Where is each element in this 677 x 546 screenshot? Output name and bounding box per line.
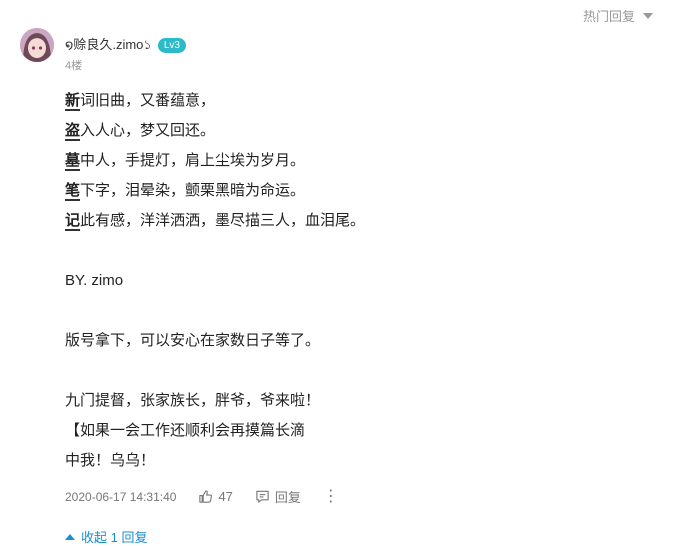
collapse-label: 收起 1 回复 xyxy=(81,530,148,545)
paragraph-text: 九门提督，张家族长，胖爷，爷来啦！ xyxy=(65,392,321,409)
paragraph-text: 【如果一会工作还顺利会再摸篇长滴 xyxy=(65,422,306,439)
poem-line: 笔下字，泪晕染，颤栗黑暗为命运。 xyxy=(65,176,655,206)
level-badge: Lv3 xyxy=(157,38,186,53)
poem-text: 词旧曲，又番蕴意， xyxy=(80,92,216,109)
poem-line: 新词旧曲，又番蕴意， xyxy=(65,86,655,116)
poem-initial: 盗 xyxy=(65,122,81,141)
poem-text: 下字，泪晕染，颤栗黑暗为命运。 xyxy=(80,182,306,199)
sort-dropdown[interactable]: 热门回复 xyxy=(583,6,653,25)
user-info: ໑赊良久.zimo১ Lv3 xyxy=(65,34,186,57)
avatar[interactable] xyxy=(20,28,54,62)
chevron-up-icon xyxy=(65,533,75,540)
username[interactable]: ໑赊良久.zimo১ xyxy=(65,34,152,57)
like-button[interactable]: 47 xyxy=(198,489,233,504)
reply-button[interactable]: 回复 xyxy=(255,487,301,506)
reply-label: 回复 xyxy=(274,490,301,505)
poem-initial: 新 xyxy=(65,92,81,111)
floor-number: 4楼 xyxy=(65,60,83,72)
more-options-icon[interactable]: ⋮ xyxy=(323,488,339,504)
poem-text: 此有感，洋洋洒洒，墨尽描三人，血泪尾。 xyxy=(80,212,366,229)
poem-initial: 笔 xyxy=(65,182,81,201)
comment-meta: 2020-06-17 14:31:40 47 回复 ⋮ xyxy=(65,487,339,506)
poem-text: 入人心，梦又回还。 xyxy=(80,122,216,139)
paragraph-text: 版号拿下，可以安心在家数日子等了。 xyxy=(65,332,321,349)
comment-icon xyxy=(256,490,269,503)
poem-text: 中人，手提灯，肩上尘埃为岁月。 xyxy=(80,152,306,169)
comment-content: 新词旧曲，又番蕴意， 盗入人心，梦又回还。 墓中人，手提灯，肩上尘埃为岁月。 笔… xyxy=(65,86,655,476)
collapse-replies-button[interactable]: 收起 1 回复 xyxy=(65,527,147,546)
chevron-down-icon xyxy=(643,12,653,19)
paragraph-text: 中我！乌乌！ xyxy=(65,452,156,469)
poem-line: 记此有感，洋洋洒洒，墨尽描三人，血泪尾。 xyxy=(65,206,655,236)
by-line: BY. zimo xyxy=(65,272,124,289)
sort-label: 热门回复 xyxy=(582,9,635,24)
timestamp: 2020-06-17 14:31:40 xyxy=(65,489,177,504)
like-count: 47 xyxy=(218,489,233,504)
poem-line: 盗入人心，梦又回还。 xyxy=(65,116,655,146)
poem-initial: 记 xyxy=(65,212,81,231)
poem-initial: 墓 xyxy=(65,152,81,171)
avatar-image xyxy=(20,28,54,62)
poem-line: 墓中人，手提灯，肩上尘埃为岁月。 xyxy=(65,146,655,176)
thumbs-up-icon xyxy=(199,490,213,503)
